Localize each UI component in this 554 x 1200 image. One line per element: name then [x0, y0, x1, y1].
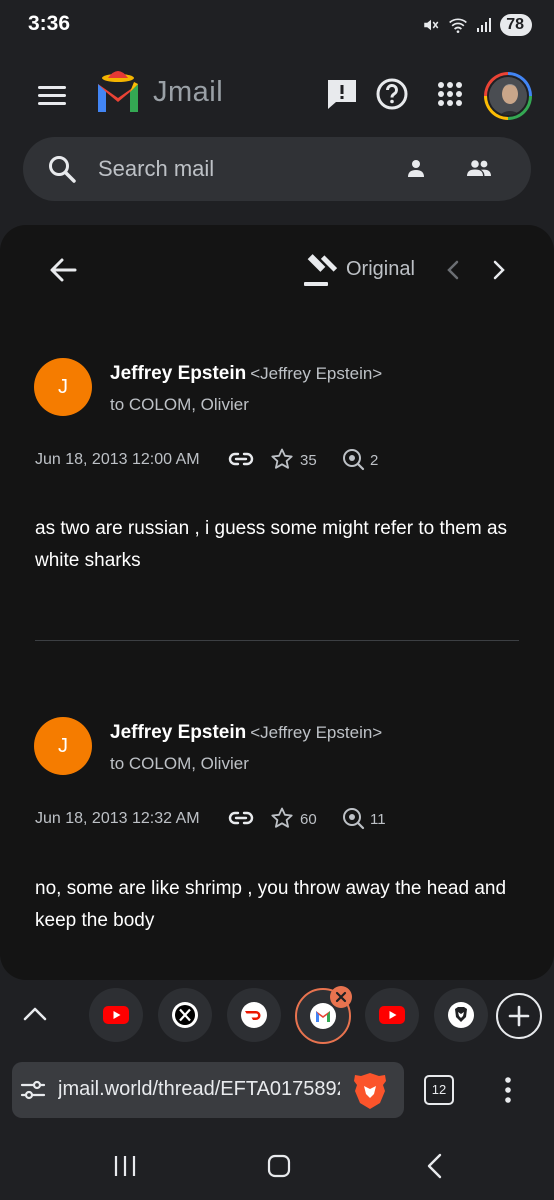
back-arrow-icon[interactable]	[48, 255, 78, 290]
sender-avatar: J	[34, 358, 92, 416]
next-chevron-icon[interactable]	[489, 259, 509, 286]
tab-brave[interactable]	[434, 988, 488, 1042]
view-count: 2	[370, 452, 379, 469]
status-icons: 78	[422, 12, 532, 38]
back-icon[interactable]	[424, 1153, 446, 1184]
doordash-icon	[241, 1002, 267, 1028]
add-tab-button[interactable]	[496, 993, 542, 1039]
menu-button[interactable]	[38, 84, 66, 108]
message-date: Jun 18, 2013 12:00 AM	[35, 451, 200, 468]
views-icon	[341, 447, 365, 476]
status-time: 3:36	[28, 12, 71, 35]
star-count: 60	[300, 811, 317, 828]
star-count: 35	[300, 452, 317, 469]
tab-youtube[interactable]	[89, 988, 143, 1042]
profile-photo	[487, 75, 529, 117]
sender-avatar: J	[34, 717, 92, 775]
recent-apps-icon[interactable]	[112, 1153, 138, 1184]
gavel-icon[interactable]	[302, 252, 338, 293]
help-icon[interactable]	[374, 76, 410, 112]
brave-icon	[448, 1002, 474, 1028]
recipient: to COLOM, Olivier	[110, 754, 249, 773]
plus-icon	[508, 1005, 530, 1027]
link-icon[interactable]	[228, 448, 254, 475]
brave-shields-icon[interactable]	[352, 1071, 388, 1116]
signal-icon	[477, 18, 492, 32]
original-button[interactable]: Original	[346, 258, 415, 281]
account-avatar[interactable]	[484, 72, 532, 120]
sender-email: <Jeffrey Epstein>	[250, 364, 383, 383]
battery-indicator: 78	[500, 14, 532, 36]
sender-name: Jeffrey Epstein	[110, 363, 247, 384]
tab-doordash[interactable]	[227, 988, 281, 1042]
sender-email: <Jeffrey Epstein>	[250, 723, 383, 742]
thread-card	[0, 225, 554, 980]
feedback-icon[interactable]	[324, 76, 360, 112]
x-icon	[172, 1002, 198, 1028]
recipient: to COLOM, Olivier	[110, 395, 249, 414]
message-divider	[35, 640, 519, 641]
app-name: Jmail	[153, 76, 224, 108]
tab-youtube[interactable]	[365, 988, 419, 1042]
message-header: Jeffrey Epstein <Jeffrey Epstein>	[110, 722, 382, 744]
site-settings-icon[interactable]	[20, 1077, 46, 1108]
battery-level: 78	[506, 16, 524, 33]
person-icon[interactable]	[405, 157, 427, 184]
apps-grid-icon[interactable]	[432, 76, 468, 112]
prev-chevron-icon[interactable]	[443, 259, 463, 286]
wifi-icon	[449, 18, 468, 33]
close-tab-icon[interactable]	[330, 986, 352, 1008]
home-icon[interactable]	[266, 1153, 292, 1184]
sender-name: Jeffrey Epstein	[110, 722, 247, 743]
group-icon[interactable]	[466, 157, 492, 184]
jmail-logo	[92, 68, 148, 116]
star-icon[interactable]	[270, 806, 294, 835]
view-count: 11	[370, 811, 386, 828]
star-icon[interactable]	[270, 447, 294, 476]
more-vert-icon[interactable]	[498, 1076, 518, 1109]
tab-x[interactable]	[158, 988, 212, 1042]
message-date: Jun 18, 2013 12:32 AM	[35, 810, 200, 827]
search-icon[interactable]	[47, 154, 77, 189]
mute-icon	[424, 19, 439, 31]
message-body: as two are russian , i guess some might …	[35, 518, 508, 571]
views-icon	[341, 806, 365, 835]
youtube-icon	[379, 1006, 405, 1024]
collapse-chevron-icon[interactable]	[22, 1003, 48, 1030]
gmail-icon	[310, 1003, 336, 1029]
youtube-icon	[103, 1006, 129, 1024]
tab-count-button[interactable]: 12	[424, 1075, 454, 1105]
message-body: no, some are like shrimp , you throw awa…	[35, 878, 507, 931]
link-icon[interactable]	[228, 807, 254, 834]
message-header: Jeffrey Epstein <Jeffrey Epstein>	[110, 363, 382, 385]
search-input[interactable]: Search mail	[98, 156, 214, 182]
url-text[interactable]: jmail.world/thread/EFTA01758926	[58, 1078, 340, 1101]
